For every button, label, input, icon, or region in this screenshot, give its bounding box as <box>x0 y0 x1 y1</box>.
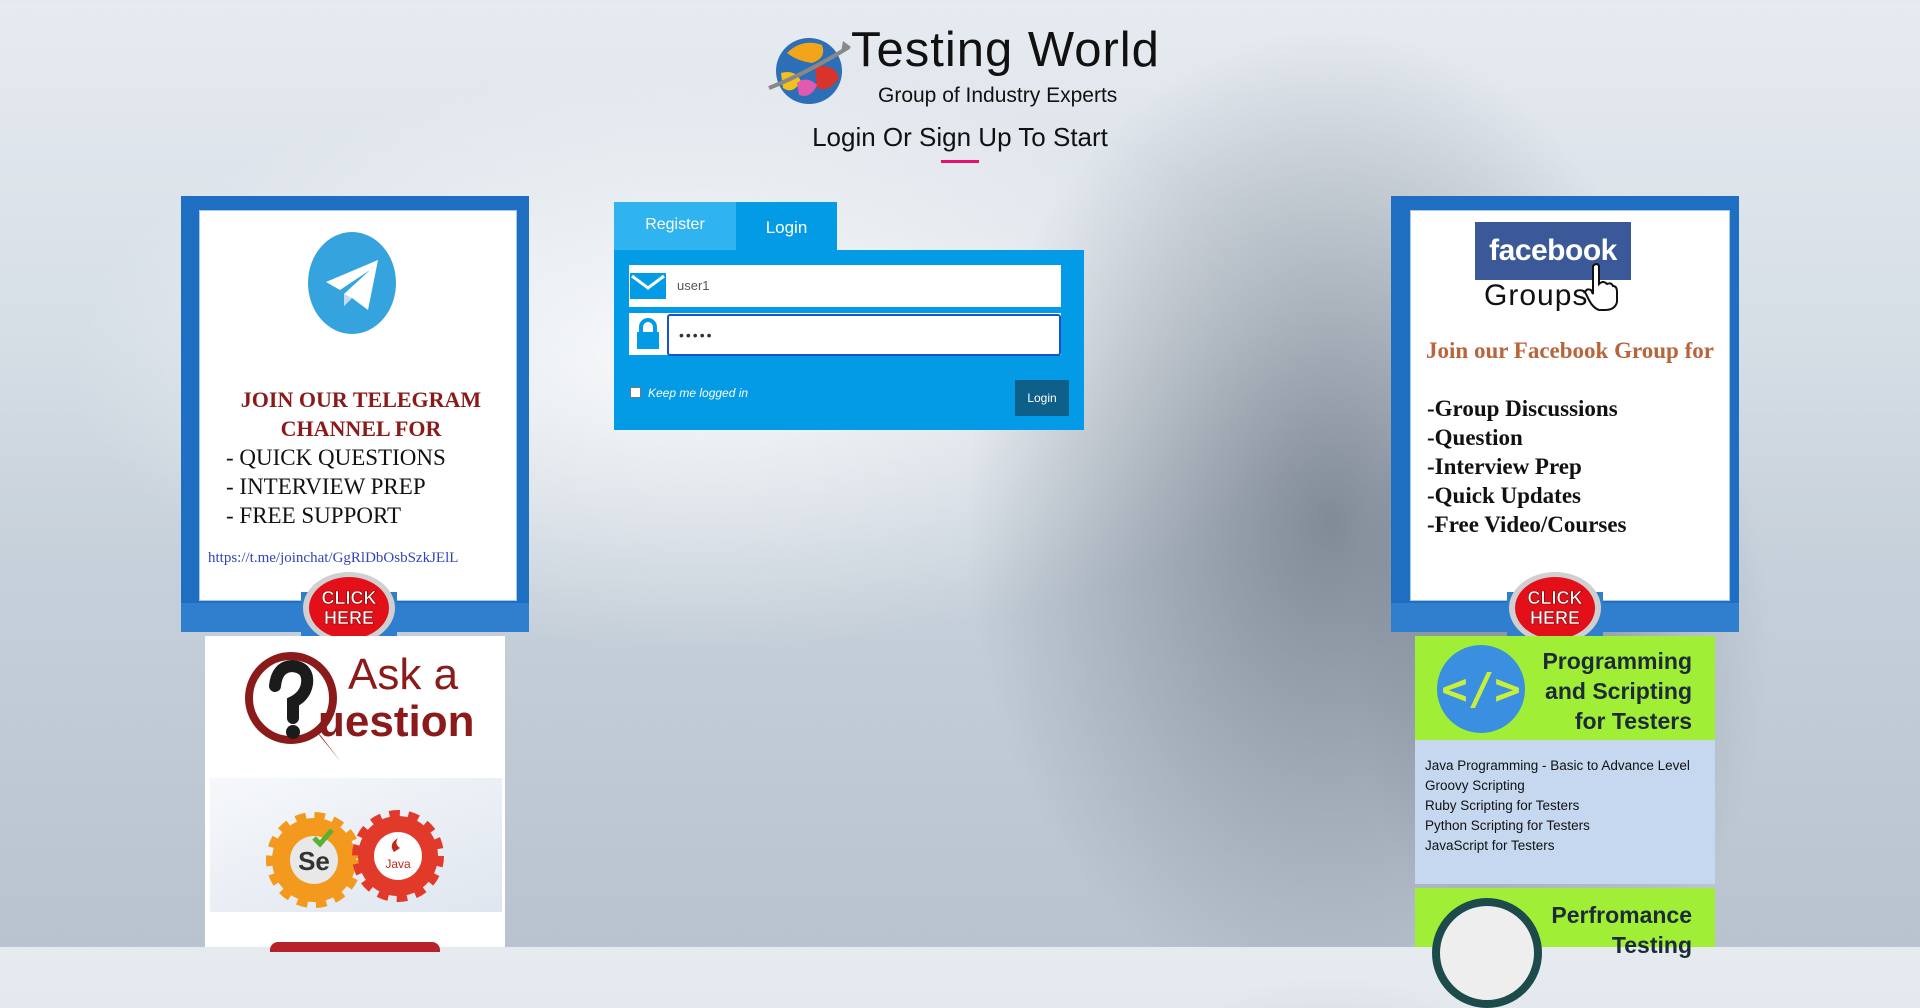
heading-underline <box>941 160 979 163</box>
keep-logged-in-label[interactable]: Keep me logged in <box>648 386 748 400</box>
list-item: -Quick Updates <box>1427 483 1581 508</box>
mail-icon <box>629 265 667 307</box>
gauge-icon <box>1432 898 1542 1008</box>
list-item[interactable]: JavaScript for Testers <box>1425 836 1690 856</box>
list-item: - FREE SUPPORT <box>226 503 401 528</box>
click-here-label: HERE <box>324 608 374 628</box>
lock-icon <box>629 313 667 355</box>
list-item: -Interview Prep <box>1427 454 1582 479</box>
code-icon: </> <box>1437 645 1525 733</box>
click-here-label: CLICK <box>322 588 377 608</box>
telegram-icon <box>308 232 396 334</box>
password-input[interactable] <box>667 314 1061 356</box>
java-label: Java <box>385 857 411 871</box>
list-item: -Question <box>1427 425 1523 450</box>
login-heading: Login Or Sign Up To Start <box>812 122 1108 152</box>
click-here-label: HERE <box>1530 608 1580 628</box>
selenium-java-gears-icon: Se Java <box>266 810 444 908</box>
telegram-list: - QUICK QUESTIONS - INTERVIEW PREP - FRE… <box>226 443 446 530</box>
list-item: -Group Discussions <box>1427 396 1618 421</box>
programming-title: Programming and Scripting for Testers <box>1542 648 1692 734</box>
facebook-heading: Join our Facebook Group for <box>1426 338 1714 363</box>
telegram-link[interactable]: https://t.me/joinchat/GgRlDbOsbSzkJElL <box>208 550 458 567</box>
selenium-gear-icon: Se <box>266 812 362 908</box>
list-item[interactable]: Python Scripting for Testers <box>1425 816 1690 836</box>
ask-title-line2: uestion <box>318 697 475 746</box>
performance-title: Perfromance Testing <box>1551 902 1692 958</box>
ask-title-line1: Ask a <box>348 650 459 699</box>
username-input[interactable] <box>667 266 1059 304</box>
facebook-cursor-icon <box>1583 263 1618 311</box>
list-item[interactable]: Groovy Scripting <box>1425 776 1690 796</box>
facebook-list: -Group Discussions -Question -Interview … <box>1427 394 1627 539</box>
keep-logged-in-checkbox[interactable] <box>630 387 641 398</box>
list-item: - QUICK QUESTIONS <box>226 445 446 470</box>
selenium-label: Se <box>298 846 330 876</box>
brand-subtitle: Group of Industry Experts <box>878 84 1118 107</box>
list-item: - INTERVIEW PREP <box>226 474 426 499</box>
telegram-click-here-button[interactable]: CLICK HERE <box>301 572 397 636</box>
tab-login[interactable]: Login <box>736 202 837 250</box>
facebook-groups-text: Groups <box>1484 279 1589 312</box>
java-gear-icon: Java <box>352 810 444 902</box>
programming-course-list: Java Programming - Basic to Advance Leve… <box>1425 756 1690 856</box>
list-item: -Free Video/Courses <box>1427 512 1627 537</box>
login-button[interactable]: Login <box>1015 380 1069 416</box>
click-here-label: CLICK <box>1528 588 1583 608</box>
telegram-heading: JOIN OUR TELEGRAM CHANNEL FOR <box>240 387 482 441</box>
brand-title: Testing World <box>851 23 1160 77</box>
list-item[interactable]: Ruby Scripting for Testers <box>1425 796 1690 816</box>
list-item[interactable]: Java Programming - Basic to Advance Leve… <box>1425 756 1690 776</box>
globe-logo-icon <box>768 38 851 104</box>
tab-register[interactable]: Register <box>614 202 736 250</box>
ask-question-button[interactable] <box>270 942 440 952</box>
facebook-click-here-button[interactable]: CLICK HERE <box>1507 572 1603 636</box>
